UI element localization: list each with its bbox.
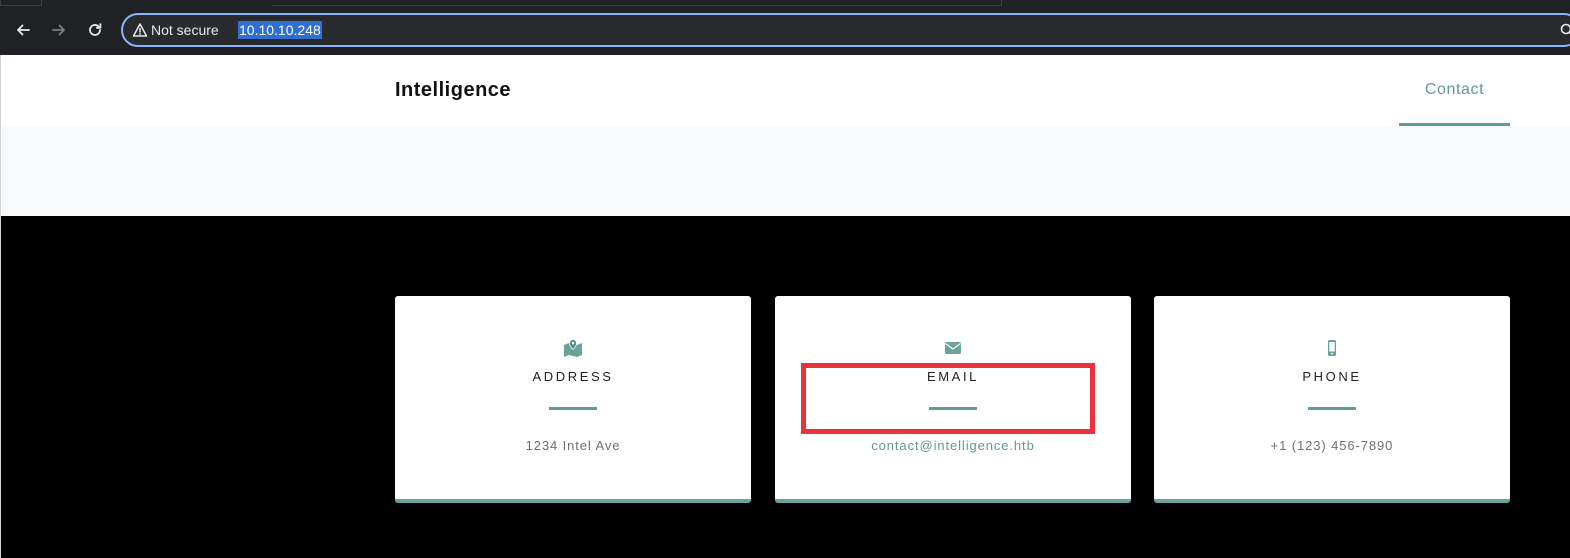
card-divider bbox=[1308, 407, 1356, 410]
address-value: 1234 Intel Ave bbox=[525, 438, 621, 453]
reload-icon bbox=[89, 23, 102, 36]
card-divider bbox=[549, 407, 597, 410]
forward-button[interactable] bbox=[47, 18, 71, 42]
mobile-phone-icon bbox=[1328, 340, 1336, 356]
warning-icon[interactable] bbox=[132, 22, 148, 38]
phone-value: +1 (123) 456-7890 bbox=[1270, 438, 1394, 453]
hero-band bbox=[1, 126, 1570, 216]
address-card: ADDRESS 1234 Intel Ave bbox=[395, 296, 751, 503]
security-status-label[interactable]: Not secure bbox=[151, 22, 219, 38]
reload-button[interactable] bbox=[83, 18, 107, 42]
card-title: PHONE bbox=[1302, 369, 1362, 384]
map-marker-icon bbox=[564, 339, 582, 357]
web-page: Intelligence Contact ADDRESS 1234 Intel … bbox=[0, 55, 1570, 558]
envelope-icon bbox=[945, 342, 961, 354]
search-icon[interactable] bbox=[1559, 22, 1570, 38]
card-icon-wrap bbox=[395, 339, 751, 357]
nav-item-contact[interactable]: Contact bbox=[1399, 55, 1510, 126]
tab-strip bbox=[0, 0, 1570, 6]
browser-tab[interactable] bbox=[0, 0, 42, 6]
card-title: ADDRESS bbox=[532, 369, 614, 384]
arrow-left-icon bbox=[17, 24, 30, 36]
phone-card: PHONE +1 (123) 456-7890 bbox=[1154, 296, 1510, 503]
email-link[interactable]: contact@intelligence.htb bbox=[775, 438, 1131, 454]
browser-chrome: Not secure 10.10.10.248 bbox=[0, 0, 1570, 55]
site-brand[interactable]: Intelligence bbox=[395, 79, 511, 101]
arrow-right-icon bbox=[52, 24, 65, 36]
browser-tab[interactable] bbox=[272, 0, 1002, 6]
url-text[interactable]: 10.10.10.248 bbox=[238, 21, 322, 39]
site-header: Intelligence Contact bbox=[1, 55, 1570, 126]
back-button[interactable] bbox=[11, 18, 35, 42]
card-icon-wrap bbox=[775, 339, 1131, 357]
address-bar[interactable]: Not secure 10.10.10.248 bbox=[121, 13, 1570, 47]
highlight-annotation-box bbox=[801, 363, 1095, 434]
card-icon-wrap bbox=[1154, 339, 1510, 357]
